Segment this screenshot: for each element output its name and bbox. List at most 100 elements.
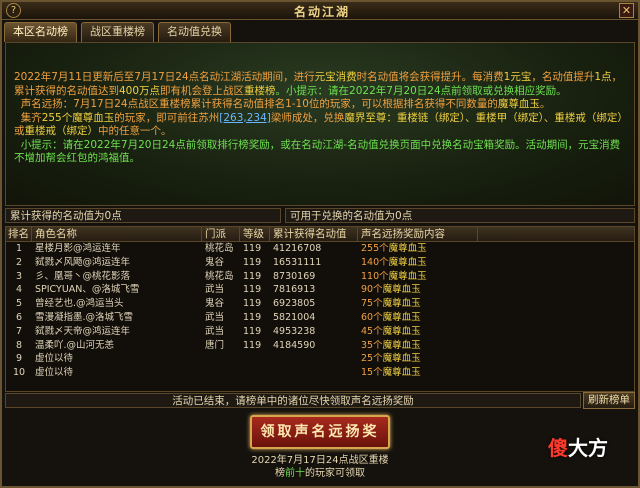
event-paragraph-4: 小提示：请在2022年7月20日24点前领取排行榜奖励，或在名动江湖-名动值兑换… <box>14 138 621 165</box>
table-row[interactable]: 7 弑戮〆天帝@鸿运连年 武当 119 4953238 45个魔尊血玉 <box>6 325 634 339</box>
reward-cell: 25个魔尊血玉 <box>358 352 478 366</box>
ranking-window: ? 名动江湖 ✕ 本区名动榜 战区重楼榜 名动值兑换 2022年7月11日更新后… <box>0 0 640 488</box>
coordinate-link[interactable]: [263,234] <box>219 112 271 124</box>
close-icon[interactable]: ✕ <box>619 3 634 18</box>
reward-quantity: 140个 <box>361 256 389 268</box>
name-cell: 雪漫凝指墨.@洛城飞雪 <box>35 311 134 323</box>
fame-value-cell: 4953238 <box>273 325 316 337</box>
table-row[interactable]: 9 虚位以待 25个魔尊血玉 <box>6 352 634 366</box>
tab-fame-exchange[interactable]: 名动值兑换 <box>158 22 231 42</box>
fame-value-cell <box>270 352 358 366</box>
table-row[interactable]: 8 温柔吖.@山河无恙 唐门 119 4184590 35个魔尊血玉 <box>6 339 634 353</box>
rank-cell: 8 <box>15 339 23 351</box>
sect-cell: 武当 <box>205 311 225 323</box>
tab-war-zone-ranking[interactable]: 战区重楼榜 <box>81 22 154 42</box>
level-cell <box>240 352 270 366</box>
table-row[interactable]: 5 曾经艺也.@鸿运当头 鬼谷 119 6923805 75个魔尊血玉 <box>6 297 634 311</box>
rank-cell: 3 <box>15 270 23 282</box>
reward-quantity: 90个 <box>361 284 383 296</box>
reward-cell: 15个魔尊血玉 <box>358 366 478 380</box>
reward-quantity: 255个 <box>361 243 389 254</box>
header-sect: 门派 <box>202 227 240 241</box>
reward-item: 魔尊血玉 <box>382 311 421 323</box>
sect-cell: 武当 <box>205 325 225 337</box>
header-rank: 排名 <box>6 227 32 241</box>
level-cell: 119 <box>243 256 262 268</box>
reward-cell: 90个魔尊血玉 <box>358 283 478 297</box>
tab-local-ranking[interactable]: 本区名动榜 <box>4 22 77 42</box>
reward-quantity: 60个 <box>361 311 383 323</box>
level-cell: 119 <box>243 284 262 296</box>
table-row[interactable]: 10 虚位以待 15个魔尊血玉 <box>6 366 634 380</box>
reward-cell: 60个魔尊血玉 <box>358 311 478 325</box>
fame-value-cell: 41216708 <box>273 243 322 254</box>
reward-item: 魔尊血玉 <box>388 270 427 282</box>
rank-cell: 1 <box>15 243 23 254</box>
rank-cell: 7 <box>15 325 23 337</box>
name-cell: 虚位以待 <box>35 367 74 379</box>
name-cell: 弑戮〆风飏@鸿运连年 <box>35 256 131 268</box>
reward-quantity: 110个 <box>361 270 389 282</box>
reward-cell: 110个魔尊血玉 <box>358 270 478 284</box>
event-paragraph-3: 集齐255个魔尊血玉的玩家，即可前往苏州[263,234]梁师成处，兑换魔界至尊… <box>14 111 628 138</box>
reward-cell: 75个魔尊血玉 <box>358 297 478 311</box>
rank-cell: 9 <box>15 353 23 365</box>
table-row[interactable]: 2 弑戮〆风飏@鸿运连年 鬼谷 119 16531111 140个魔尊血玉 <box>6 256 634 270</box>
table-row[interactable]: 4 SPICYUAN、@洛城飞雪 武当 119 7816913 90个魔尊血玉 <box>6 283 634 297</box>
ranking-table: 排名 角色名称 门派 等级 累计获得名动值 声名远扬奖励内容 1 星楼月影@鸿运连… <box>5 226 635 392</box>
level-cell: 119 <box>243 270 262 282</box>
level-cell <box>240 366 270 380</box>
sect-cell: 桃花岛 <box>205 270 234 282</box>
fame-value-cell: 8730169 <box>273 270 316 282</box>
table-row[interactable]: 3 彡、凰哥丶@桃花影落 桃花岛 119 8730169 110个魔尊血玉 <box>6 270 634 284</box>
level-cell: 119 <box>243 243 262 254</box>
fame-value-cell: 6923805 <box>273 298 316 310</box>
name-cell: 温柔吖.@山河无恙 <box>35 339 115 351</box>
reward-quantity: 25个 <box>361 353 383 365</box>
reward-item: 魔尊血玉 <box>382 325 421 337</box>
header-fame-value: 累计获得名动值 <box>270 227 358 241</box>
name-cell: 虚位以待 <box>35 353 74 365</box>
name-cell: 弑戮〆天帝@鸿运连年 <box>35 325 131 337</box>
name-cell: 曾经艺也.@鸿运当头 <box>35 298 124 310</box>
reward-cell: 255个魔尊血玉 <box>358 242 478 256</box>
table-body: 1 星楼月影@鸿运连年 桃花岛 119 41216708 255个魔尊血玉 2 弑戮〆风飏@鸿… <box>6 242 634 380</box>
reward-cell: 45个魔尊血玉 <box>358 325 478 339</box>
claim-reward-button[interactable]: 领取声名远扬奖 <box>250 415 390 449</box>
tab-bar: 本区名动榜 战区重楼榜 名动值兑换 <box>4 22 231 42</box>
window-title: 名动江湖 <box>293 5 350 19</box>
name-cell: SPICYUAN、@洛城飞雪 <box>35 284 140 296</box>
sect-cell: 桃花岛 <box>205 243 234 254</box>
rank-cell: 10 <box>12 367 26 379</box>
question-icon[interactable]: ? <box>6 3 21 18</box>
rank-cell: 5 <box>15 298 23 310</box>
refresh-ranking-button[interactable]: 刷新榜单 <box>583 392 635 409</box>
event-description-panel: 2022年7月11日更新后至7月17日24点名动江湖活动期间，进行元宝消费时名动… <box>5 42 635 206</box>
rank-cell: 2 <box>15 256 23 268</box>
exchangeable-fame-bar: 可用于兑换的名动值为0点 <box>285 208 635 223</box>
title-bar[interactable]: ? 名动江湖 ✕ <box>2 2 638 20</box>
table-row[interactable]: 1 星楼月影@鸿运连年 桃花岛 119 41216708 255个魔尊血玉 <box>6 242 634 256</box>
fame-value-cell: 16531111 <box>273 256 322 268</box>
level-cell: 119 <box>243 339 262 351</box>
header-level: 等级 <box>240 227 270 241</box>
reward-quantity: 75个 <box>361 298 383 310</box>
fame-value-cell: 4184590 <box>273 339 316 351</box>
fame-value-cell <box>270 366 358 380</box>
reward-item: 魔尊血玉 <box>382 367 421 379</box>
reward-item: 魔尊血玉 <box>382 339 421 351</box>
reward-cell: 35个魔尊血玉 <box>358 339 478 353</box>
reward-item: 魔尊血玉 <box>388 243 427 254</box>
reward-item: 魔尊血玉 <box>388 256 427 268</box>
header-reward: 声名远扬奖励内容 <box>358 227 478 241</box>
watermark-logo: 傻大方 <box>548 436 608 460</box>
claim-requirement-note: 2022年7月17日24点战区重楼榜前十的玩家可领取 <box>251 455 389 479</box>
table-row[interactable]: 6 雪漫凝指墨.@洛城飞雪 武当 119 5821004 60个魔尊血玉 <box>6 311 634 325</box>
fame-value-cell: 5821004 <box>273 311 316 323</box>
exchangeable-fame-value: 0 <box>395 210 402 222</box>
claim-reward-label: 领取声名远扬奖 <box>260 424 380 440</box>
level-cell: 119 <box>243 311 262 323</box>
reward-quantity: 15个 <box>361 367 383 379</box>
event-paragraph-2: 声名远扬：7月17日24点战区重楼榜累计获得名动值排名1-10位的玩家，可以根据… <box>20 98 551 110</box>
reward-quantity: 45个 <box>361 325 383 337</box>
